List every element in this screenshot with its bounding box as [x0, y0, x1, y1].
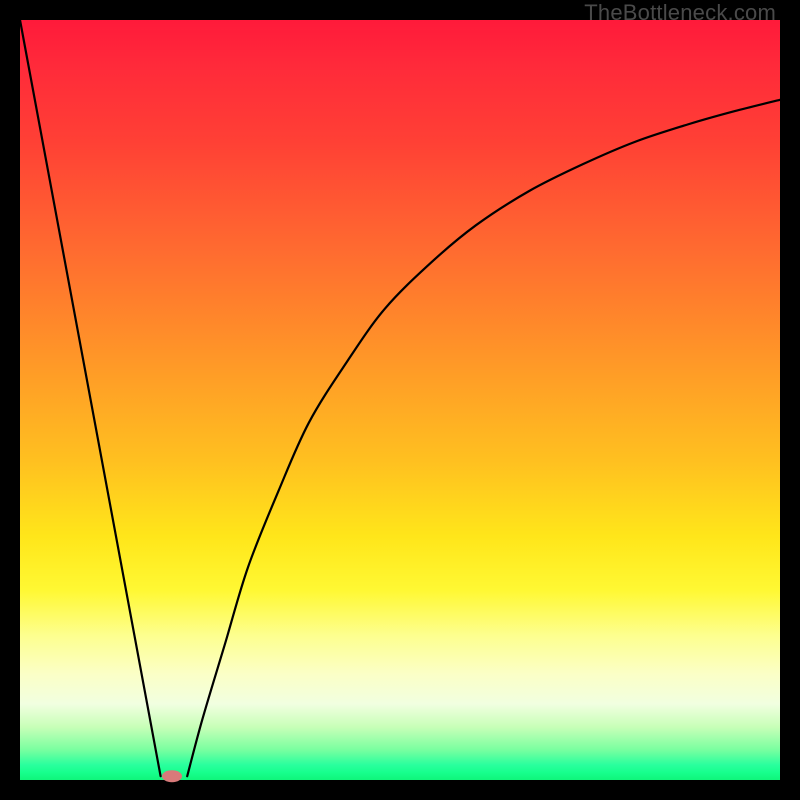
optimal-marker: [162, 770, 182, 782]
chart-frame: TheBottleneck.com: [0, 0, 800, 800]
curve-svg: [20, 20, 780, 780]
curve-right: [187, 100, 780, 776]
curve-left: [20, 20, 161, 776]
plot-area: [20, 20, 780, 780]
